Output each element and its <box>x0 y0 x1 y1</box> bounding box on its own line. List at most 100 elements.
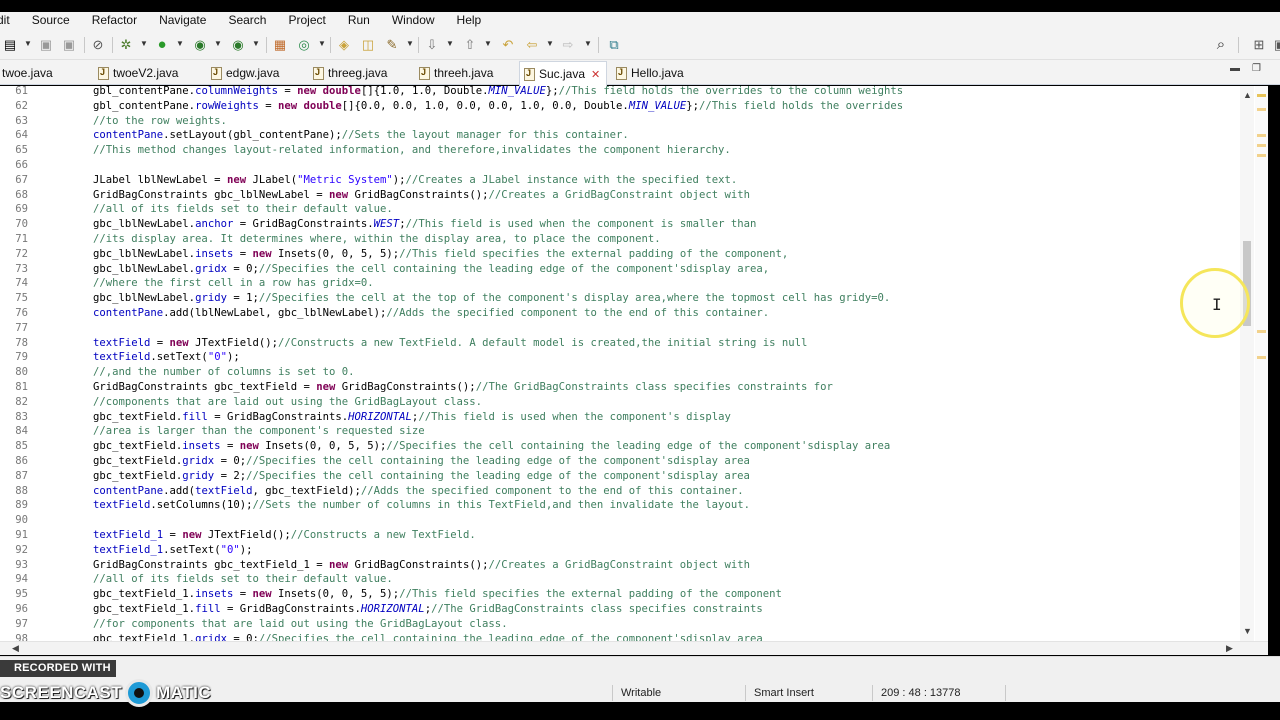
code-editor[interactable]: 61 gbl_contentPane.columnWeights = new do… <box>0 86 1268 641</box>
overview-marker[interactable] <box>1257 356 1266 359</box>
java-perspective-icon[interactable]: ▣ <box>1272 37 1280 53</box>
scroll-down-icon[interactable]: ▼ <box>1243 626 1252 636</box>
code-line[interactable]: 92 textField_1.setText("0"); <box>0 543 1240 558</box>
code-line[interactable]: 79 textField.setText("0"); <box>0 350 1240 365</box>
scroll-left-icon[interactable]: ◀ <box>12 643 19 654</box>
new-class-icon[interactable]: ◎ <box>296 37 312 53</box>
code-line[interactable]: 73 gbc_lblNewLabel.gridx = 0;//Specifies … <box>0 262 1240 277</box>
code-line[interactable]: 69 //all of its fields set to their defau… <box>0 202 1240 217</box>
code-line[interactable]: 83 gbc_textField.fill = GridBagConstraint… <box>0 410 1240 425</box>
code-line[interactable]: 84 //area is larger than the component's … <box>0 424 1240 439</box>
menu-item-help[interactable]: Help <box>446 14 493 26</box>
code-line[interactable]: 87 gbc_textField.gridy = 2;//Specifies th… <box>0 469 1240 484</box>
save-all-icon[interactable]: ▣ <box>61 37 77 53</box>
code-line[interactable]: 66 <box>0 158 1240 173</box>
menu-item-project[interactable]: Project <box>277 14 336 26</box>
overview-marker[interactable] <box>1257 330 1266 333</box>
open-perspective-icon[interactable]: ⊞ <box>1251 37 1267 53</box>
code-line[interactable]: 88 contentPane.add(textField, gbc_textFie… <box>0 484 1240 499</box>
run-icon[interactable]: ● <box>154 37 170 53</box>
external-tools-dropdown-icon[interactable]: ▼ <box>252 39 260 48</box>
back-icon[interactable]: ⇦ <box>524 37 540 53</box>
code-line[interactable]: 98 gbc_textField_1.gridx = 0;//Specifies … <box>0 632 1240 641</box>
close-tab-icon[interactable]: ✕ <box>591 68 600 81</box>
tab-threeg[interactable]: threeg.java <box>309 61 409 85</box>
search-tool-dropdown-icon[interactable]: ▼ <box>406 39 414 48</box>
code-line[interactable]: 76 contentPane.add(lblNewLabel, gbc_lblNe… <box>0 306 1240 321</box>
menu-item-dit[interactable]: dit <box>0 14 21 26</box>
next-annotation-dropdown-icon[interactable]: ▼ <box>446 39 454 48</box>
code-line[interactable]: 67 JLabel lblNewLabel = new JLabel("Metri… <box>0 173 1240 188</box>
maximize-icon[interactable]: ❐ <box>1252 63 1261 74</box>
code-line[interactable]: 95 gbc_textField_1.insets = new Insets(0,… <box>0 587 1240 602</box>
code-line[interactable]: 65 //This method changes layout-related i… <box>0 143 1240 158</box>
code-line[interactable]: 96 gbc_textField_1.fill = GridBagConstrai… <box>0 602 1240 617</box>
search-icon[interactable]: ⌕ <box>1213 37 1229 53</box>
overview-marker[interactable] <box>1257 134 1266 137</box>
code-line[interactable]: 62 gbl_contentPane.rowWeights = new doubl… <box>0 99 1240 114</box>
next-annotation-icon[interactable]: ⇩ <box>424 37 440 53</box>
menu-item-source[interactable]: Source <box>21 14 81 26</box>
menu-item-search[interactable]: Search <box>217 14 277 26</box>
code-line[interactable]: 85 gbc_textField.insets = new Insets(0, 0… <box>0 439 1240 454</box>
code-line[interactable]: 78 textField = new JTextField();//Constru… <box>0 336 1240 351</box>
overview-marker[interactable] <box>1257 144 1266 147</box>
debug-icon[interactable]: ✲ <box>118 37 134 53</box>
code-line[interactable]: 75 gbc_lblNewLabel.gridy = 1;//Specifies … <box>0 291 1240 306</box>
overview-ruler[interactable] <box>1255 86 1268 641</box>
menu-item-navigate[interactable]: Navigate <box>148 14 217 26</box>
code-line[interactable]: 63 //to the row weights. <box>0 114 1240 129</box>
scroll-up-icon[interactable]: ▲ <box>1243 90 1252 100</box>
code-line[interactable]: 93 GridBagConstraints gbc_textField_1 = n… <box>0 558 1240 573</box>
previous-annotation-icon[interactable]: ⇧ <box>462 37 478 53</box>
vertical-scrollbar[interactable]: ▲ ▼ <box>1240 86 1254 641</box>
last-edit-location-icon[interactable]: ↶ <box>500 37 516 53</box>
overview-marker[interactable] <box>1257 94 1266 97</box>
code-line[interactable]: 81 GridBagConstraints gbc_textField = new… <box>0 380 1240 395</box>
back-dropdown-icon[interactable]: ▼ <box>546 39 554 48</box>
code-line[interactable]: 90 <box>0 513 1240 528</box>
code-line[interactable]: 97 //for components that are laid out usi… <box>0 617 1240 632</box>
save-icon[interactable]: ▣ <box>38 37 54 53</box>
search-tool-icon[interactable]: ✎ <box>384 37 400 53</box>
previous-annotation-dropdown-icon[interactable]: ▼ <box>484 39 492 48</box>
overview-marker[interactable] <box>1257 154 1266 157</box>
code-line[interactable]: 91 textField_1 = new JTextField();//Const… <box>0 528 1240 543</box>
code-line[interactable]: 86 gbc_textField.gridx = 0;//Specifies th… <box>0 454 1240 469</box>
new-class-dropdown-icon[interactable]: ▼ <box>318 39 326 48</box>
minimize-icon[interactable]: ▬ <box>1230 63 1240 74</box>
open-type-icon[interactable]: ◈ <box>336 37 352 53</box>
menu-item-window[interactable]: Window <box>381 14 446 26</box>
open-folder-icon[interactable]: ◫ <box>360 37 376 53</box>
debug-dropdown-icon[interactable]: ▼ <box>140 39 148 48</box>
coverage-icon[interactable]: ◉ <box>192 37 208 53</box>
menu-item-run[interactable]: Run <box>337 14 381 26</box>
code-line[interactable]: 72 gbc_lblNewLabel.insets = new Insets(0,… <box>0 247 1240 262</box>
scroll-right-icon[interactable]: ▶ <box>1226 643 1233 654</box>
overview-marker[interactable] <box>1257 108 1266 111</box>
forward-dropdown-icon[interactable]: ▼ <box>584 39 592 48</box>
run-dropdown-icon[interactable]: ▼ <box>176 39 184 48</box>
code-line[interactable]: 61 gbl_contentPane.columnWeights = new do… <box>0 86 1240 99</box>
tab-twoev2[interactable]: twoeV2.java <box>94 61 199 85</box>
tab-suc[interactable]: Suc.java ✕ <box>519 61 607 86</box>
code-line[interactable]: 82 //components that are laid out using t… <box>0 395 1240 410</box>
horizontal-scrollbar[interactable]: ◀ ▶ <box>0 641 1268 655</box>
external-tools-icon[interactable]: ◉ <box>230 37 246 53</box>
coverage-dropdown-icon[interactable]: ▼ <box>214 39 222 48</box>
forward-icon[interactable]: ⇨ <box>560 37 576 53</box>
code-line[interactable]: 71 //its display area. It determines wher… <box>0 232 1240 247</box>
code-line[interactable]: 74 //where the first cell in a row has gr… <box>0 276 1240 291</box>
new-java-project-icon[interactable]: ▦ <box>272 37 288 53</box>
code-line[interactable]: 80 //,and the number of columns is set to… <box>0 365 1240 380</box>
pin-editor-icon[interactable]: ⧉ <box>606 37 622 53</box>
skip-breakpoints-icon[interactable]: ⊘ <box>90 37 106 53</box>
tab-hello[interactable]: Hello.java <box>612 61 692 85</box>
tab-edgw[interactable]: edgw.java <box>207 61 303 85</box>
code-line[interactable]: 94 //all of its fields set to their defau… <box>0 572 1240 587</box>
code-line[interactable]: 64 contentPane.setLayout(gbl_contentPane)… <box>0 128 1240 143</box>
code-line[interactable]: 68 GridBagConstraints gbc_lblNewLabel = n… <box>0 188 1240 203</box>
code-line[interactable]: 89 textField.setColumns(10);//Sets the nu… <box>0 498 1240 513</box>
tab-threeh[interactable]: threeh.java <box>415 61 511 85</box>
tab-twoe[interactable]: twoe.java <box>0 61 85 85</box>
